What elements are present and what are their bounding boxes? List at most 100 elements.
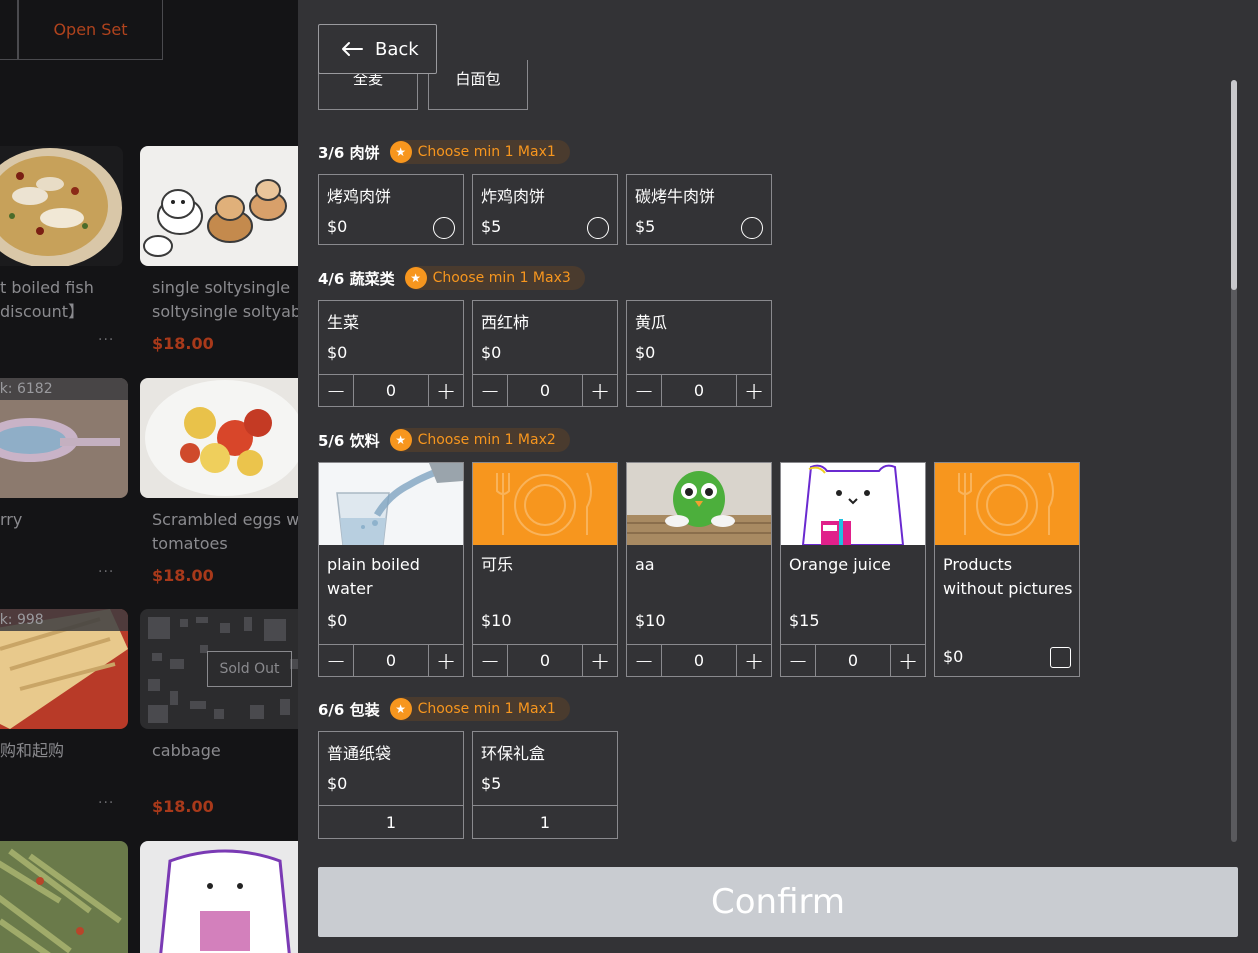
quantity-stepper[interactable]: − 0 + bbox=[627, 374, 771, 406]
option-card[interactable]: Orange juice $15 − 0 + bbox=[780, 462, 926, 677]
minus-button[interactable]: − bbox=[473, 375, 508, 406]
section-title: 4/6 蔬菜类 bbox=[318, 269, 395, 288]
item-name-line1: 购和起购 bbox=[0, 741, 65, 760]
dogs-image[interactable] bbox=[140, 146, 298, 266]
option-card[interactable]: 白面包 bbox=[428, 60, 528, 110]
rule-badge: ★ Choose min 1 Max1 bbox=[389, 140, 570, 164]
more-dots-icon[interactable]: ··· bbox=[98, 795, 114, 811]
option-card[interactable]: 可乐 $10 − 0 + bbox=[472, 462, 618, 677]
option-card[interactable]: 西红柿 $0 − 0 + bbox=[472, 300, 618, 407]
option-name: Orange juice bbox=[789, 555, 891, 574]
quantity-stepper[interactable]: − 0 + bbox=[319, 644, 463, 676]
item-name-line1: cabbage bbox=[152, 741, 221, 760]
product-options-panel: 全麦 白面包 3/6 肉饼 ★ Choose min 1 Max1 烤鸡肉饼 $… bbox=[298, 0, 1258, 953]
option-name: 黄瓜 bbox=[635, 313, 668, 332]
quantity-value: 0 bbox=[539, 651, 551, 670]
option-name: 烤鸡肉饼 bbox=[327, 187, 392, 206]
plus-button[interactable]: + bbox=[428, 645, 463, 676]
option-name: plain boiled water bbox=[327, 555, 420, 598]
option-name: 可乐 bbox=[481, 555, 514, 574]
green-beans-image[interactable] bbox=[0, 841, 128, 953]
option-price: $5 bbox=[481, 774, 502, 793]
radio-button[interactable] bbox=[741, 217, 763, 239]
item-name-line1: t boiled fish bbox=[0, 278, 94, 297]
back-label: Back bbox=[375, 38, 419, 60]
options-scroll-area[interactable]: 全麦 白面包 3/6 肉饼 ★ Choose min 1 Max1 烤鸡肉饼 $… bbox=[298, 0, 1258, 850]
option-name: 普通纸袋 bbox=[327, 744, 392, 763]
option-price: $15 bbox=[789, 611, 820, 630]
section-title: 3/6 肉饼 bbox=[318, 143, 380, 162]
quantity-value: 0 bbox=[385, 651, 397, 670]
rule-text: Choose min 1 Max2 bbox=[417, 432, 556, 448]
plus-button[interactable]: + bbox=[582, 375, 617, 406]
radio-button[interactable] bbox=[587, 217, 609, 239]
stock-label: ck: 998 bbox=[0, 609, 128, 631]
cat-image[interactable] bbox=[140, 841, 298, 953]
option-price: $5 bbox=[635, 217, 656, 236]
back-button[interactable]: Back bbox=[318, 24, 437, 74]
rule-text: Choose min 1 Max1 bbox=[417, 701, 556, 717]
option-card[interactable]: 碳烤牛肉饼 $5 bbox=[626, 174, 772, 245]
quantity-stepper[interactable]: − 0 + bbox=[781, 644, 925, 676]
option-price: $0 bbox=[327, 343, 348, 362]
placeholder-plate-image bbox=[473, 463, 617, 545]
quantity-stepper[interactable]: − 0 + bbox=[319, 374, 463, 406]
option-price: $0 bbox=[943, 647, 964, 666]
option-price: $0 bbox=[327, 774, 348, 793]
option-card[interactable]: 生菜 $0 − 0 + bbox=[318, 300, 464, 407]
option-card[interactable]: Products without pictures $0 bbox=[934, 462, 1080, 677]
plus-button[interactable]: + bbox=[736, 375, 771, 406]
option-name: 西红柿 bbox=[481, 313, 530, 332]
open-set-button[interactable]: Open Set bbox=[18, 0, 163, 60]
option-card[interactable]: plain boiled water $0 − 0 + bbox=[318, 462, 464, 677]
option-card[interactable]: aa $10 − 0 + bbox=[626, 462, 772, 677]
option-name: aa bbox=[635, 555, 655, 574]
rule-badge: ★ Choose min 1 Max2 bbox=[389, 428, 570, 452]
green-beans-photo bbox=[0, 841, 128, 953]
star-icon: ★ bbox=[389, 141, 412, 163]
minus-button[interactable]: − bbox=[319, 645, 354, 676]
boiled-fish-image[interactable] bbox=[0, 146, 123, 266]
quantity-value: 1 bbox=[473, 805, 617, 838]
minus-button[interactable]: − bbox=[319, 375, 354, 406]
quantity-stepper[interactable]: − 0 + bbox=[473, 644, 617, 676]
option-card[interactable]: 环保礼盒 $5 1 bbox=[472, 731, 618, 839]
option-card[interactable]: 普通纸袋 $0 1 bbox=[318, 731, 464, 839]
scrollbar-thumb[interactable] bbox=[1231, 80, 1237, 290]
option-card[interactable]: 烤鸡肉饼 $0 bbox=[318, 174, 464, 245]
plus-button[interactable]: + bbox=[736, 645, 771, 676]
option-card[interactable]: 炸鸡肉饼 $5 bbox=[472, 174, 618, 245]
quantity-value: 1 bbox=[319, 805, 463, 838]
star-icon: ★ bbox=[404, 267, 427, 289]
item-image[interactable]: ck: 6182 bbox=[0, 378, 128, 498]
radio-button[interactable] bbox=[433, 217, 455, 239]
item-price: $18.00 bbox=[152, 334, 214, 353]
option-price: $0 bbox=[481, 343, 502, 362]
item-image[interactable]: ck: 998 bbox=[0, 609, 128, 729]
arrow-left-icon bbox=[342, 42, 363, 56]
background-menu: Open Set t boiled fish discount】 ··· sin… bbox=[0, 0, 298, 953]
option-name: 白面包 bbox=[455, 70, 501, 88]
quantity-value: 0 bbox=[385, 381, 397, 400]
minus-button[interactable]: − bbox=[781, 645, 816, 676]
option-price: $0 bbox=[327, 217, 348, 236]
minus-button[interactable]: − bbox=[473, 645, 508, 676]
scrambled-eggs-image[interactable] bbox=[140, 378, 298, 498]
minus-button[interactable]: − bbox=[627, 645, 662, 676]
water-glass-image bbox=[319, 463, 463, 545]
scrollbar[interactable] bbox=[1231, 80, 1237, 842]
more-dots-icon[interactable]: ··· bbox=[98, 332, 114, 348]
minus-button[interactable]: − bbox=[627, 375, 662, 406]
option-card[interactable]: 黄瓜 $0 − 0 + bbox=[626, 300, 772, 407]
confirm-button[interactable]: Confirm bbox=[318, 867, 1238, 937]
plus-button[interactable]: + bbox=[582, 645, 617, 676]
plus-button[interactable]: + bbox=[428, 375, 463, 406]
quantity-stepper[interactable]: − 0 + bbox=[627, 644, 771, 676]
cabbage-image[interactable]: Sold Out bbox=[140, 609, 298, 729]
quantity-stepper[interactable]: − 0 + bbox=[473, 374, 617, 406]
top-tab-stub[interactable] bbox=[0, 0, 18, 60]
more-dots-icon[interactable]: ··· bbox=[98, 564, 114, 580]
plus-button[interactable]: + bbox=[890, 645, 925, 676]
item-name-line2: discount】 bbox=[0, 302, 85, 321]
checkbox[interactable] bbox=[1050, 647, 1071, 668]
